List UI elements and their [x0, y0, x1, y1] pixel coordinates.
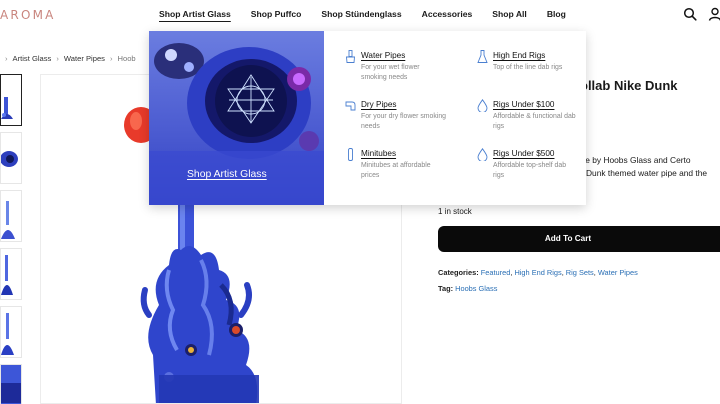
nav-shop-stundenglass[interactable]: Shop Stündenglass	[321, 9, 401, 19]
nav-shop-all[interactable]: Shop All	[492, 9, 527, 19]
stock-status: 1 in stock	[438, 207, 472, 216]
menu-item-title: High End Rigs	[493, 51, 546, 60]
thumbnail-strip	[0, 74, 22, 404]
tag-label: Tag:	[438, 284, 454, 293]
category-link[interactable]: Featured	[481, 268, 511, 277]
droplet-icon	[477, 99, 488, 112]
droplet-icon	[477, 148, 488, 161]
site-logo[interactable]: AROMA	[0, 8, 56, 22]
product-title: ollab Nike Dunk	[580, 78, 678, 93]
breadcrumb-water-pipes[interactable]: Water Pipes	[64, 54, 105, 63]
breadcrumb-separator: ›	[56, 54, 59, 63]
nav-blog[interactable]: Blog	[547, 9, 566, 19]
menu-item-description: Affordable top-shelf dab rigs	[493, 162, 567, 179]
product-thumbnail[interactable]	[0, 74, 22, 126]
search-icon[interactable]	[683, 7, 697, 21]
artist-glass-mega-menu: Shop Artist Glass Water Pipes For your w…	[149, 31, 586, 205]
menu-item-title: Rigs Under $500	[493, 149, 555, 158]
menu-item-description: For your wet flower smoking needs	[361, 64, 420, 81]
breadcrumb-separator: ›	[109, 54, 113, 63]
product-tags: Tag: Hoobs Glass	[438, 284, 497, 293]
category-link[interactable]: Water Pipes	[598, 268, 638, 277]
menu-item-description: Top of the line dab rigs	[493, 64, 563, 71]
minitube-icon	[348, 148, 353, 161]
site-header: AROMA Shop Artist Glass Shop Puffco Shop…	[0, 0, 720, 30]
main-nav: Shop Artist Glass Shop Puffco Shop Stünd…	[159, 9, 586, 19]
menu-item-title: Water Pipes	[361, 51, 406, 60]
menu-item-description: Affordable & functional dab rigs	[493, 113, 576, 130]
breadcrumb-artist-glass[interactable]: Artist Glass	[13, 54, 52, 63]
menu-item-title: Rigs Under $100	[493, 100, 555, 109]
dry-pipe-icon	[345, 101, 356, 111]
product-thumbnail[interactable]	[0, 132, 22, 184]
nav-accessories[interactable]: Accessories	[422, 9, 473, 19]
nav-shop-artist-glass[interactable]: Shop Artist Glass	[159, 9, 231, 19]
user-icon[interactable]	[708, 7, 720, 21]
menu-item-description: For your dry flower smoking needs	[361, 113, 447, 130]
water-pipe-icon	[346, 50, 355, 63]
categories-label: Categories:	[438, 268, 479, 277]
nav-shop-puffco[interactable]: Shop Puffco	[251, 9, 302, 19]
product-categories: Categories: Featured, High End Rigs, Rig…	[438, 268, 638, 277]
category-link[interactable]: High End Rigs	[514, 268, 561, 277]
product-thumbnail[interactable]	[0, 248, 22, 300]
product-thumbnail[interactable]	[0, 306, 22, 358]
mega-menu-feature-link[interactable]: Shop Artist Glass	[187, 169, 267, 180]
breadcrumb-current: Hoob	[117, 54, 136, 63]
product-description-line: made by Hoobs Glass and Certo	[569, 155, 691, 165]
breadcrumb: › Artist Glass › Water Pipes › Hoob	[0, 54, 136, 63]
breadcrumb-separator: ›	[5, 54, 8, 63]
product-description-line: Dunk themed water pipe and the	[586, 168, 708, 178]
menu-item-description: Minitubes at affordable prices	[361, 162, 431, 179]
product-thumbnail[interactable]	[0, 364, 22, 404]
tag-link[interactable]: Hoobs Glass	[455, 284, 497, 293]
product-thumbnail[interactable]	[0, 190, 22, 242]
rig-icon	[477, 50, 488, 63]
menu-item-title: Minitubes	[361, 149, 397, 158]
category-link[interactable]: Rig Sets	[566, 268, 594, 277]
menu-item-title: Dry Pipes	[361, 100, 397, 109]
add-to-cart-button[interactable]: Add To Cart	[438, 226, 720, 252]
mega-menu-feature-image[interactable]: Shop Artist Glass	[149, 31, 324, 205]
